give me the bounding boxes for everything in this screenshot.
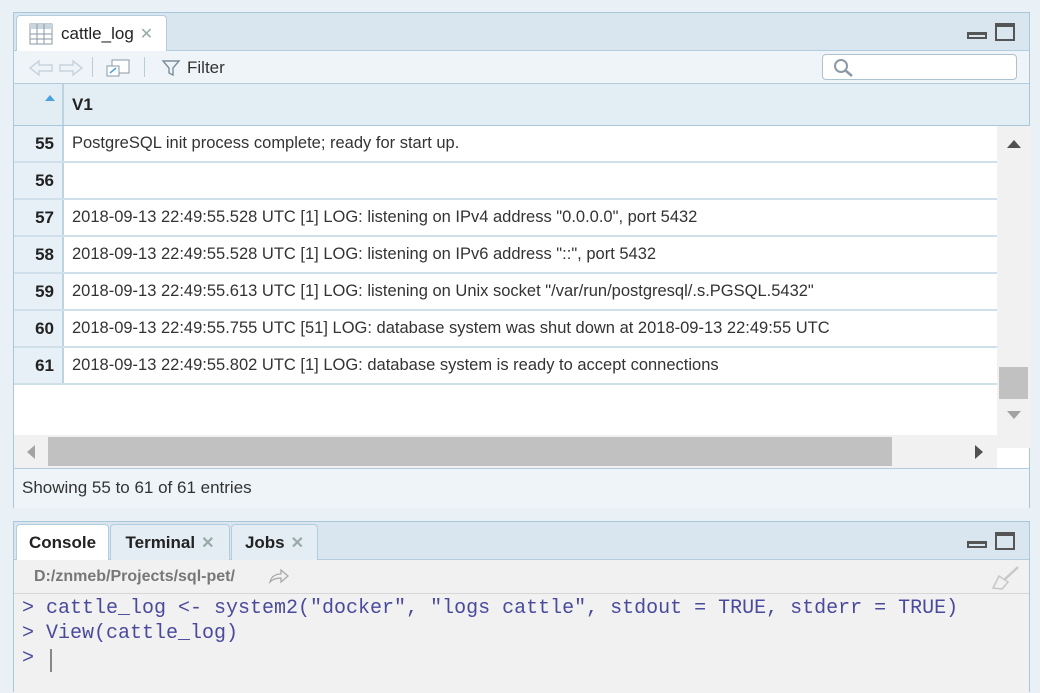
grid-rows: 55 PostgreSQL init process complete; read…	[14, 126, 997, 385]
row-number: 57	[14, 200, 64, 235]
console-line: > cattle_log <- system2("docker", "logs …	[22, 597, 959, 620]
cell-v1[interactable]: 2018-09-13 22:49:55.613 UTC [1] LOG: lis…	[64, 274, 814, 309]
row-number-header[interactable]	[14, 84, 64, 125]
table-row: 56	[14, 163, 997, 200]
column-header-v1[interactable]: V1	[72, 95, 93, 115]
maximize-icon[interactable]	[995, 532, 1015, 550]
nav-arrows	[28, 59, 84, 77]
close-icon[interactable]: ✕	[291, 533, 304, 553]
tab-label: Terminal	[125, 532, 196, 552]
vertical-scroll-thumb[interactable]	[999, 367, 1028, 399]
minimize-icon[interactable]	[967, 541, 987, 548]
console-prompt: >	[22, 647, 47, 670]
horizontal-scroll-thumb[interactable]	[48, 437, 892, 466]
console-cursor	[50, 649, 52, 672]
maximize-icon[interactable]	[995, 23, 1015, 41]
search-input[interactable]	[822, 54, 1017, 80]
cell-v1[interactable]: PostgreSQL init process complete; ready …	[64, 126, 459, 161]
close-icon[interactable]: ✕	[201, 533, 214, 553]
grid-header: V1	[14, 84, 1029, 126]
row-number: 56	[14, 163, 64, 198]
search-icon	[834, 59, 853, 77]
tab-cattle-log[interactable]: cattle_log ✕	[16, 15, 167, 51]
filter-button-label[interactable]: Filter	[187, 58, 225, 78]
back-arrow-icon[interactable]	[28, 59, 53, 77]
minimize-icon[interactable]	[967, 32, 987, 39]
table-icon	[29, 23, 53, 44]
console-tabbar: Console Terminal ✕ Jobs ✕	[14, 522, 1029, 560]
tab-console[interactable]: Console	[16, 524, 109, 560]
status-text: Showing 55 to 61 of 61 entries	[14, 468, 1029, 508]
close-icon[interactable]: ✕	[140, 24, 153, 44]
working-directory: D:/znmeb/Projects/sql-pet/	[34, 568, 235, 585]
scroll-up-icon[interactable]	[1006, 139, 1022, 149]
table-row: 55 PostgreSQL init process complete; read…	[14, 126, 997, 163]
filter-icon[interactable]	[161, 59, 181, 77]
vertical-scrollbar[interactable]	[997, 126, 1030, 448]
broom-icon[interactable]	[990, 564, 1022, 590]
horizontal-scrollbar[interactable]	[14, 435, 997, 468]
forward-arrow-icon[interactable]	[59, 59, 84, 77]
tab-terminal[interactable]: Terminal ✕	[110, 524, 230, 560]
row-number: 59	[14, 274, 64, 309]
cell-v1[interactable]: 2018-09-13 22:49:55.528 UTC [1] LOG: lis…	[64, 237, 656, 272]
cell-v1[interactable]	[64, 163, 72, 198]
table-row: 57 2018-09-13 22:49:55.528 UTC [1] LOG: l…	[14, 200, 997, 237]
console-output[interactable]: > cattle_log <- system2("docker", "logs …	[14, 594, 1029, 693]
table-row: 58 2018-09-13 22:49:55.528 UTC [1] LOG: l…	[14, 237, 997, 274]
table-row: 59 2018-09-13 22:49:55.613 UTC [1] LOG: l…	[14, 274, 997, 311]
row-number: 61	[14, 348, 64, 383]
popout-icon[interactable]	[105, 57, 131, 79]
scroll-left-icon[interactable]	[26, 444, 36, 460]
scroll-down-icon[interactable]	[1006, 410, 1022, 420]
sort-asc-icon	[45, 95, 55, 101]
navigate-icon[interactable]	[268, 568, 290, 584]
cell-v1[interactable]: 2018-09-13 22:49:55.755 UTC [51] LOG: da…	[64, 311, 830, 346]
table-row: 60 2018-09-13 22:49:55.755 UTC [51] LOG: …	[14, 311, 997, 348]
console-line: > View(cattle_log)	[22, 622, 239, 645]
console-path-bar: D:/znmeb/Projects/sql-pet/	[14, 560, 1029, 594]
tab-label: cattle_log	[61, 23, 134, 43]
data-viewer-tabbar: cattle_log ✕	[14, 13, 1029, 51]
table-row: 61 2018-09-13 22:49:55.802 UTC [1] LOG: d…	[14, 348, 997, 385]
row-number: 60	[14, 311, 64, 346]
scroll-right-icon[interactable]	[974, 444, 984, 460]
cell-v1[interactable]: 2018-09-13 22:49:55.528 UTC [1] LOG: lis…	[64, 200, 697, 235]
data-viewer-pane: cattle_log ✕ Filter V1 55 PostgreSQL ini…	[13, 12, 1030, 508]
tab-jobs[interactable]: Jobs ✕	[231, 524, 318, 560]
row-number: 55	[14, 126, 64, 161]
tab-label: Console	[28, 532, 97, 552]
row-number: 58	[14, 237, 64, 272]
data-viewer-toolbar: Filter	[14, 51, 1029, 84]
tab-label: Jobs	[244, 532, 285, 552]
cell-v1[interactable]: 2018-09-13 22:49:55.802 UTC [1] LOG: dat…	[64, 348, 719, 383]
console-pane: Console Terminal ✕ Jobs ✕ D:/znmeb/Proje…	[13, 521, 1030, 693]
